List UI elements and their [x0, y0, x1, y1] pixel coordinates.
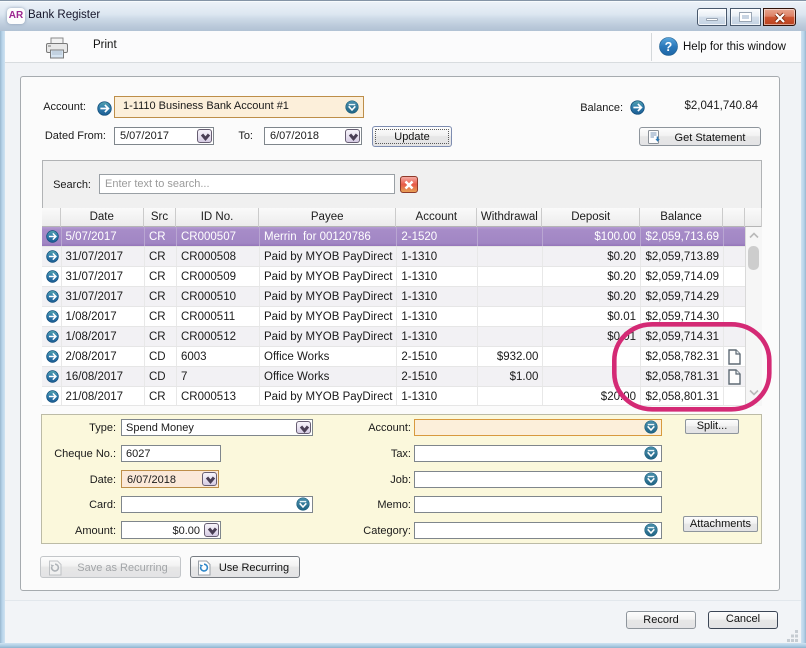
svg-text:?: ? [665, 40, 673, 54]
